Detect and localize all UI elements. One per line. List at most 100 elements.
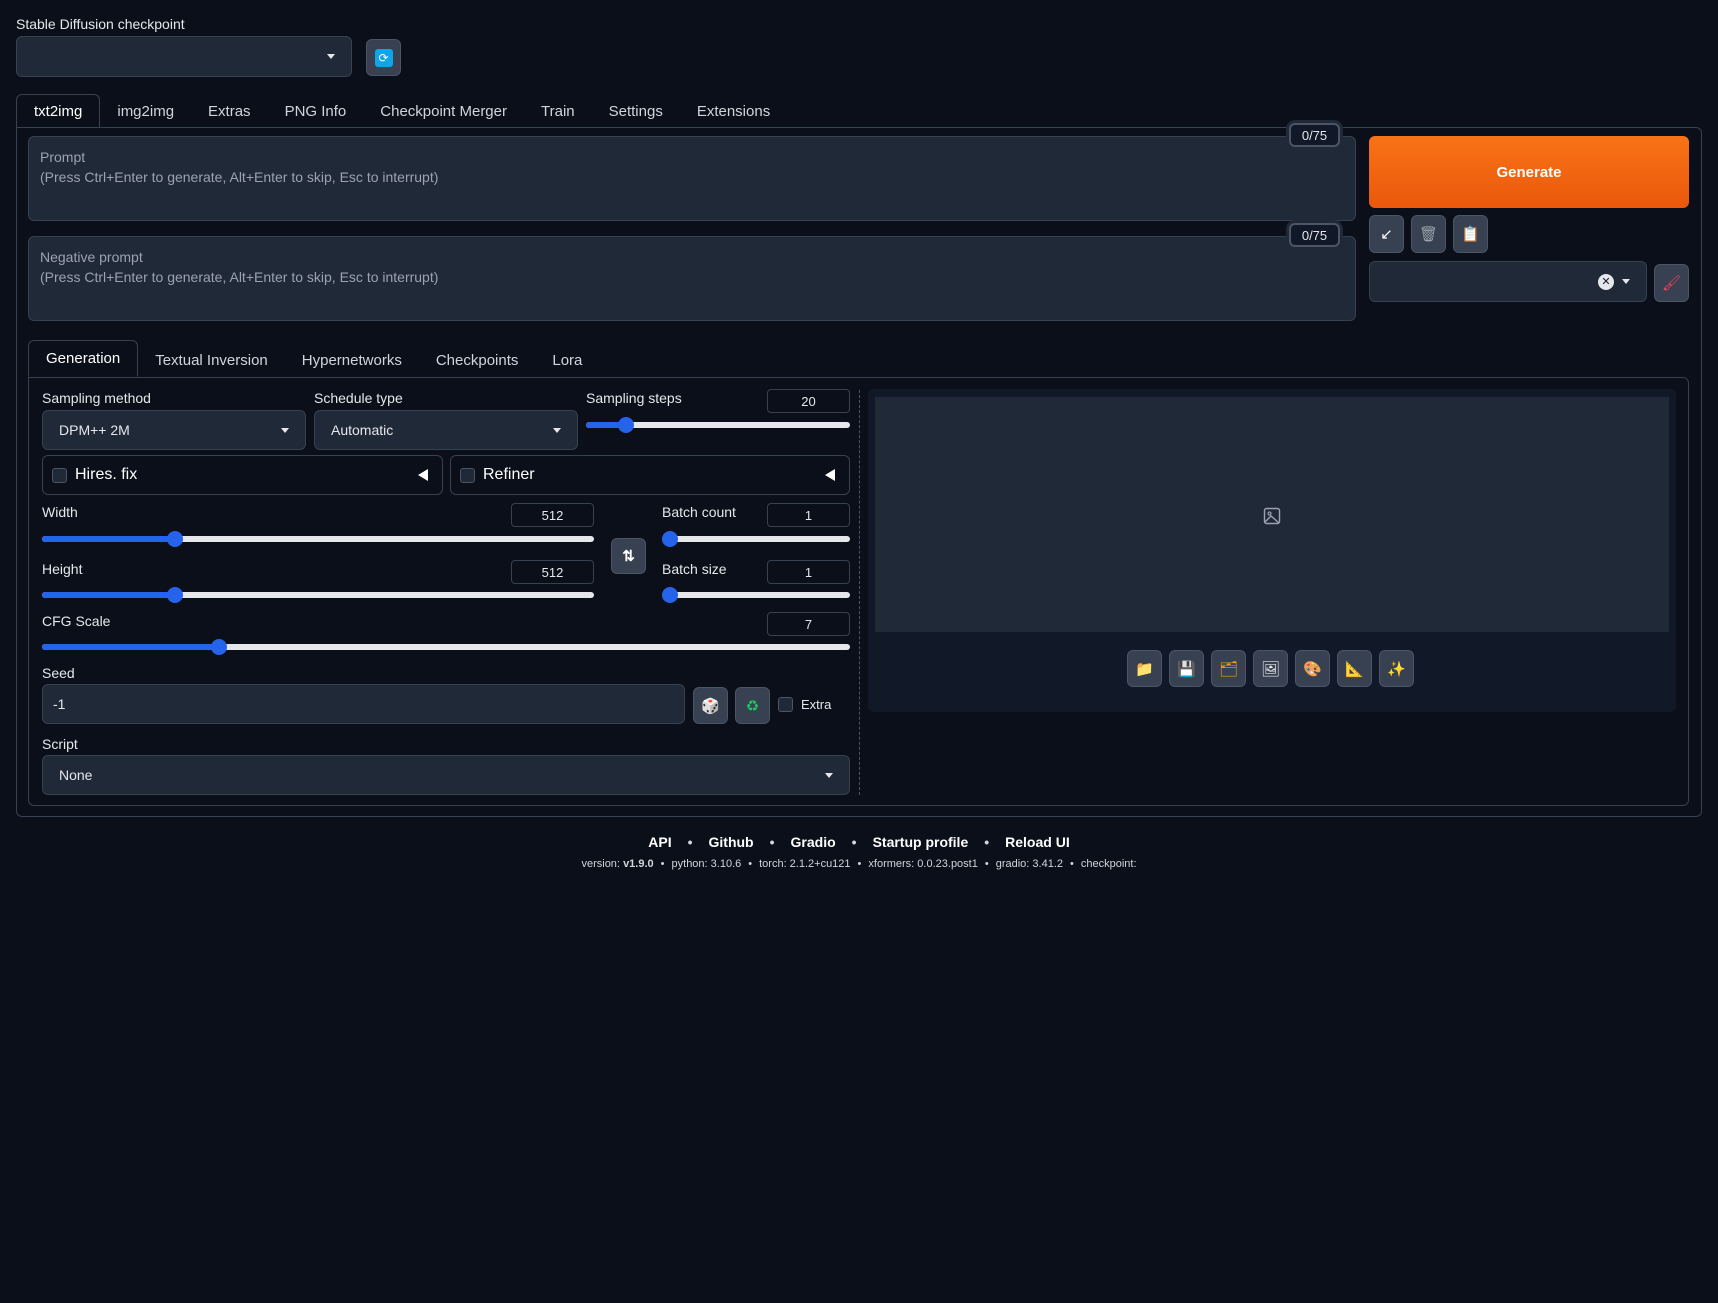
edit-styles-button[interactable]: 🖌 [1654,264,1689,302]
dice-icon: 🎲 [701,697,720,715]
footer-link-api[interactable]: API [648,834,671,850]
seed-label: Seed [42,665,75,681]
apply-styles-button[interactable]: 📋 [1453,215,1488,253]
clipboard-icon: 📋 [1461,226,1480,243]
schedule-type-dropdown[interactable]: Automatic [314,410,578,450]
cfg-scale-input[interactable]: 7 [767,612,850,636]
palette-icon: 🎨 [1303,660,1322,678]
height-slider[interactable] [42,587,594,603]
tab-checkpoints[interactable]: Checkpoints [419,343,536,377]
width-slider[interactable] [42,531,594,547]
tab-settings[interactable]: Settings [592,94,680,128]
python-version: python: 3.10.6 [671,858,742,870]
schedule-type-value: Automatic [331,422,394,438]
tab-train[interactable]: Train [524,94,592,128]
batch-size-slider[interactable] [662,587,850,603]
recycle-icon: ♻ [745,697,760,715]
tab-extensions[interactable]: Extensions [680,94,787,128]
height-input[interactable]: 512 [511,560,594,584]
generate-button[interactable]: Generate [1369,136,1689,208]
column-divider [859,390,860,795]
schedule-type-label: Schedule type [314,390,403,406]
refresh-checkpoint-button[interactable]: ⟳ [366,39,401,76]
tab-checkpoint-merger[interactable]: Checkpoint Merger [363,94,524,128]
hires-fix-checkbox[interactable] [52,467,67,483]
footer-links: API • Github • Gradio • Startup profile … [648,834,1070,850]
cfg-scale-slider[interactable] [42,639,850,655]
batch-size-input[interactable]: 1 [767,560,850,584]
checkpoint-version: checkpoint: [1080,858,1137,870]
tab-generation[interactable]: Generation [28,340,139,377]
batch-count-label: Batch count [662,504,736,520]
chevron-down-icon [281,427,289,433]
height-label: Height [42,561,83,577]
zip-button[interactable]: 🗂 [1211,650,1246,687]
slider-thumb[interactable] [167,587,183,603]
sampling-steps-input[interactable]: 20 [767,389,850,413]
width-label: Width [42,504,78,520]
send-to-inpaint-button[interactable]: 🎨 [1295,650,1330,687]
tab-lora[interactable]: Lora [535,343,599,377]
prompt-input[interactable]: Prompt (Press Ctrl+Enter to generate, Al… [28,136,1356,221]
batch-size-label: Batch size [662,561,727,577]
width-input[interactable]: 512 [511,503,594,527]
swap-dimensions-button[interactable]: ⇅ [611,538,646,574]
footer-link-startup-profile[interactable]: Startup profile [873,834,969,850]
gradio-version: gradio: 3.41.2 [995,858,1063,870]
sampling-steps-slider[interactable] [586,417,850,433]
save-button[interactable]: 💾 [1169,650,1204,687]
slider-thumb[interactable] [211,639,227,655]
reuse-seed-button[interactable]: ♻ [735,687,770,724]
random-seed-button[interactable]: 🎲 [693,687,728,724]
checkpoint-dropdown[interactable] [16,36,352,77]
footer-link-reload-ui[interactable]: Reload UI [1005,834,1070,850]
tab-img2img[interactable]: img2img [100,94,191,128]
refiner-accordion[interactable]: Refiner [450,455,850,495]
tab-extras[interactable]: Extras [191,94,268,128]
slider-track[interactable] [662,592,850,598]
negative-prompt-input[interactable]: Negative prompt (Press Ctrl+Enter to gen… [28,236,1356,321]
script-dropdown[interactable]: None [42,755,850,795]
footer-link-github[interactable]: Github [709,834,754,850]
open-folder-button[interactable]: 📁 [1127,650,1162,687]
sampling-method-dropdown[interactable]: DPM++ 2M [42,410,306,450]
extra-networks-tabs: Generation Textual Inversion Hypernetwor… [28,340,599,377]
negative-prompt-placeholder: Negative prompt [40,249,143,265]
extra-seed-toggle[interactable]: Extra [778,697,831,712]
clear-icon[interactable]: ✕ [1598,273,1614,290]
refiner-checkbox[interactable] [460,467,475,483]
prompt-token-counter: 0/75 [1289,123,1340,147]
slider-thumb[interactable] [662,531,678,547]
clear-prompt-button[interactable]: 🗑 [1411,215,1446,253]
refiner-label: Refiner [483,466,535,483]
output-gallery[interactable] [875,397,1669,632]
slider-fill [42,644,219,650]
slider-track[interactable] [662,536,850,542]
version-value: v1.9.0 [623,858,654,870]
chevron-down-icon [553,427,561,433]
tab-png-info[interactable]: PNG Info [268,94,364,128]
upscale-button[interactable]: ✨ [1379,650,1414,687]
seed-input[interactable]: -1 [42,684,685,724]
tab-textual-inversion[interactable]: Textual Inversion [138,343,285,377]
arrow-icon: ↙ [1380,226,1393,243]
zip-icon: 🗂 [1218,660,1239,678]
footer-link-gradio[interactable]: Gradio [791,834,836,850]
send-to-extras-button[interactable]: 📐 [1337,650,1372,687]
slider-thumb[interactable] [618,417,634,433]
negative-prompt-token-counter: 0/75 [1289,223,1340,247]
read-params-button[interactable]: ↙ [1369,215,1404,253]
styles-dropdown[interactable]: ✕ [1369,261,1647,302]
brush-icon: 🖌 [1661,275,1682,292]
hires-fix-accordion[interactable]: Hires. fix [42,455,443,495]
tab-hypernetworks[interactable]: Hypernetworks [285,343,419,377]
batch-count-input[interactable]: 1 [767,503,850,527]
main-tabs: txt2img img2img Extras PNG Info Checkpoi… [16,94,787,128]
slider-fill [42,592,175,598]
extra-checkbox[interactable] [778,697,793,712]
send-to-img2img-button[interactable]: 🖼 [1253,650,1288,687]
tab-txt2img[interactable]: txt2img [16,94,101,128]
batch-count-slider[interactable] [662,531,850,547]
slider-thumb[interactable] [662,587,678,603]
slider-thumb[interactable] [167,531,183,547]
